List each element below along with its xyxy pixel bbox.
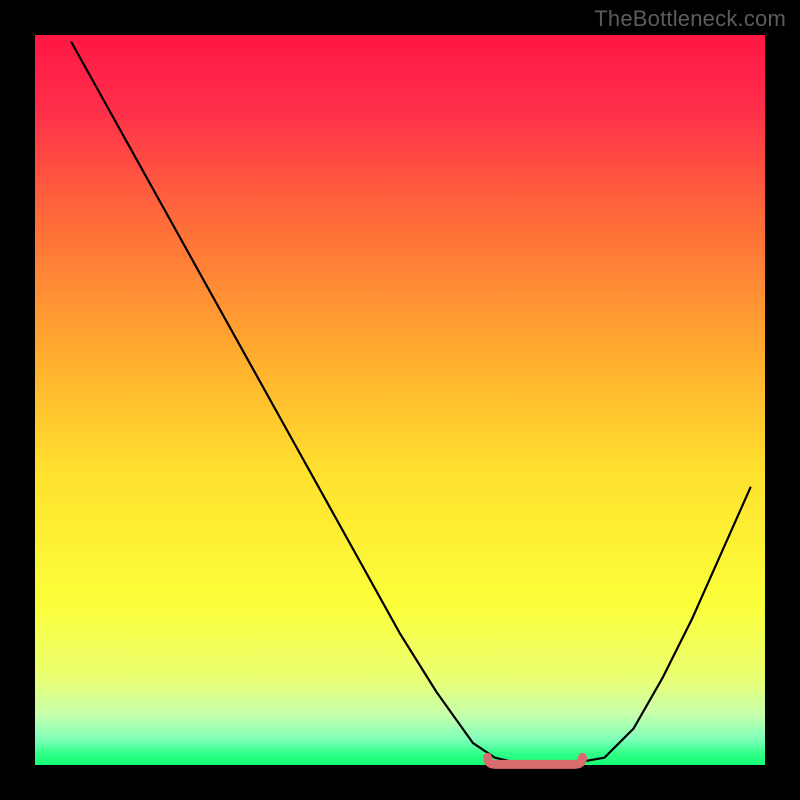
chart-svg [0,0,800,800]
chart-canvas: TheBottleneck.com [0,0,800,800]
attribution-text: TheBottleneck.com [594,6,786,32]
chart-plot-area [35,35,765,765]
